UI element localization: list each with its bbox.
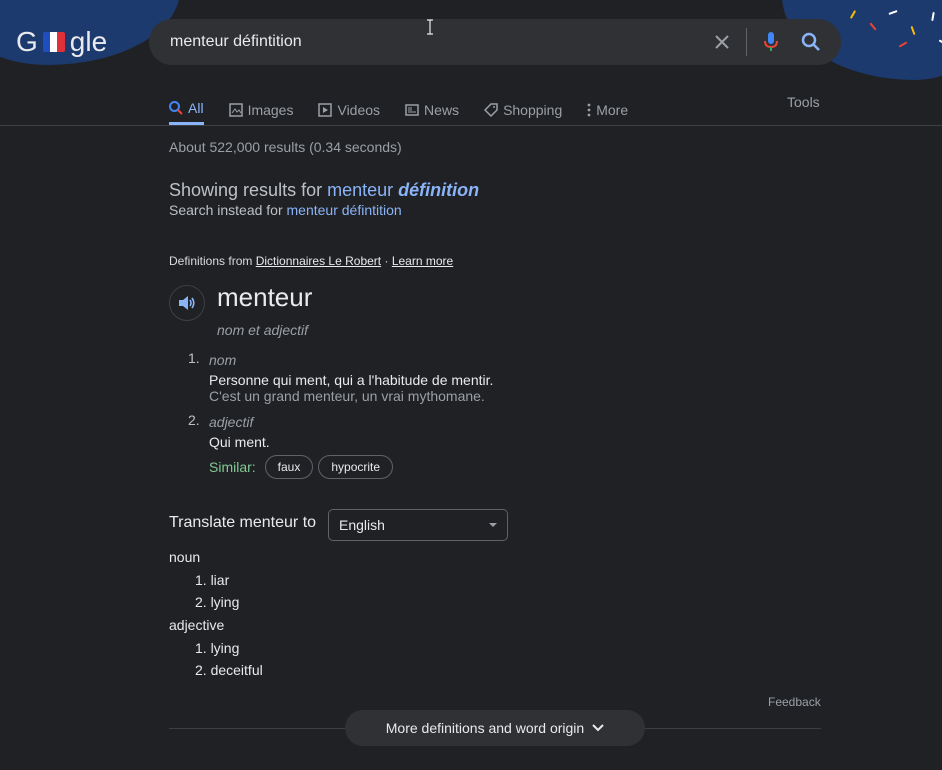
tab-label: Videos	[337, 101, 381, 118]
similar-chip-hypocrite[interactable]: hypocrite	[318, 455, 394, 479]
corrected-word-bold: définition	[398, 180, 480, 200]
tab-shopping[interactable]: Shopping	[484, 90, 562, 125]
more-definitions-label: More definitions and word origin	[385, 720, 585, 736]
result-stats: About 522,000 results (0.34 seconds)	[169, 139, 402, 155]
microphone-icon[interactable]	[751, 22, 791, 62]
logo-letters: gle	[69, 26, 108, 57]
instead-prefix: Search instead for	[169, 202, 283, 218]
sense-example: C'est un grand menteur, un vrai mythoman…	[209, 388, 485, 404]
corrected-query-link[interactable]: menteur définition	[327, 180, 479, 200]
search-icon	[169, 101, 183, 115]
news-icon	[405, 103, 419, 116]
tab-label: News	[424, 101, 460, 118]
translation-item: 1. lying	[195, 640, 240, 656]
learn-more-link[interactable]: Learn more	[392, 254, 453, 268]
speaker-icon	[179, 296, 195, 310]
tab-label: More	[596, 101, 629, 118]
search-divider	[746, 28, 747, 56]
tab-label: All	[188, 100, 204, 116]
sense-meaning: Personne qui ment, qui a l'habitude de m…	[209, 372, 494, 388]
similar-label: Similar:	[209, 459, 256, 475]
tab-news[interactable]: News	[405, 90, 459, 125]
translation-pos: noun	[169, 549, 201, 565]
sense-number: 2.	[188, 412, 200, 428]
search-bar	[149, 19, 841, 65]
clear-icon[interactable]	[702, 22, 742, 62]
tools-button[interactable]: Tools	[787, 94, 820, 110]
sense-number: 1.	[188, 350, 200, 366]
sense-pos: adjectif	[209, 414, 254, 430]
language-select[interactable]: English	[328, 509, 508, 541]
tab-more[interactable]: More	[587, 90, 628, 125]
french-flag-icon	[42, 32, 65, 52]
selected-language: English	[339, 517, 385, 533]
source-separator: ·	[384, 254, 389, 268]
original-query-link[interactable]: menteur défintition	[287, 202, 402, 218]
showing-prefix: Showing results for	[169, 180, 323, 200]
definitions-source: Definitions from Dictionnaires Le Robert…	[169, 254, 453, 268]
image-icon	[228, 102, 243, 117]
similar-chip-faux[interactable]: faux	[264, 455, 314, 479]
tab-label: Images	[247, 101, 294, 118]
feedback-link[interactable]: Feedback	[768, 695, 821, 709]
dictionary-source-link[interactable]: Dictionnaires Le Robert	[256, 254, 381, 268]
translate-label: Translate menteur to	[169, 514, 317, 531]
text-cursor-icon	[426, 19, 434, 40]
translation-item: 2. deceitful	[195, 662, 263, 678]
tab-images[interactable]: Images	[228, 90, 294, 125]
search-icon[interactable]	[791, 22, 831, 62]
tab-all[interactable]: All	[169, 90, 204, 125]
corrected-word: menteur	[327, 180, 394, 200]
headword: menteur	[217, 282, 313, 312]
sense-pos: nom	[209, 352, 237, 368]
part-of-speech: nom et adjectif	[217, 322, 309, 338]
spelling-correction: Showing results for menteur définition	[169, 180, 479, 201]
tag-icon	[484, 102, 498, 117]
defs-from-prefix: Definitions from	[169, 254, 253, 268]
google-doodle-logo[interactable]: G gle	[16, 26, 107, 58]
video-icon	[318, 102, 333, 117]
translation-pos: adjective	[169, 617, 225, 633]
chevron-down-icon	[592, 724, 604, 732]
tab-label: Shopping	[503, 101, 563, 118]
sense-meaning: Qui ment.	[209, 434, 270, 450]
tabs-divider	[0, 125, 942, 126]
search-tabs: All Images Videos News Shopping More Too…	[169, 90, 942, 126]
search-instead: Search instead for menteur défintition	[169, 202, 402, 218]
pronunciation-button[interactable]	[169, 285, 205, 321]
translation-item: 2. lying	[195, 594, 240, 610]
tab-videos[interactable]: Videos	[318, 90, 380, 125]
logo-letter-g: G	[16, 26, 38, 57]
more-vert-icon	[587, 103, 591, 116]
more-definitions-button[interactable]: More definitions and word origin	[345, 710, 645, 746]
translation-item: 1. liar	[195, 572, 230, 588]
similar-words: Similar: faux hypocrite	[209, 455, 394, 479]
dropdown-caret-icon	[489, 523, 497, 527]
